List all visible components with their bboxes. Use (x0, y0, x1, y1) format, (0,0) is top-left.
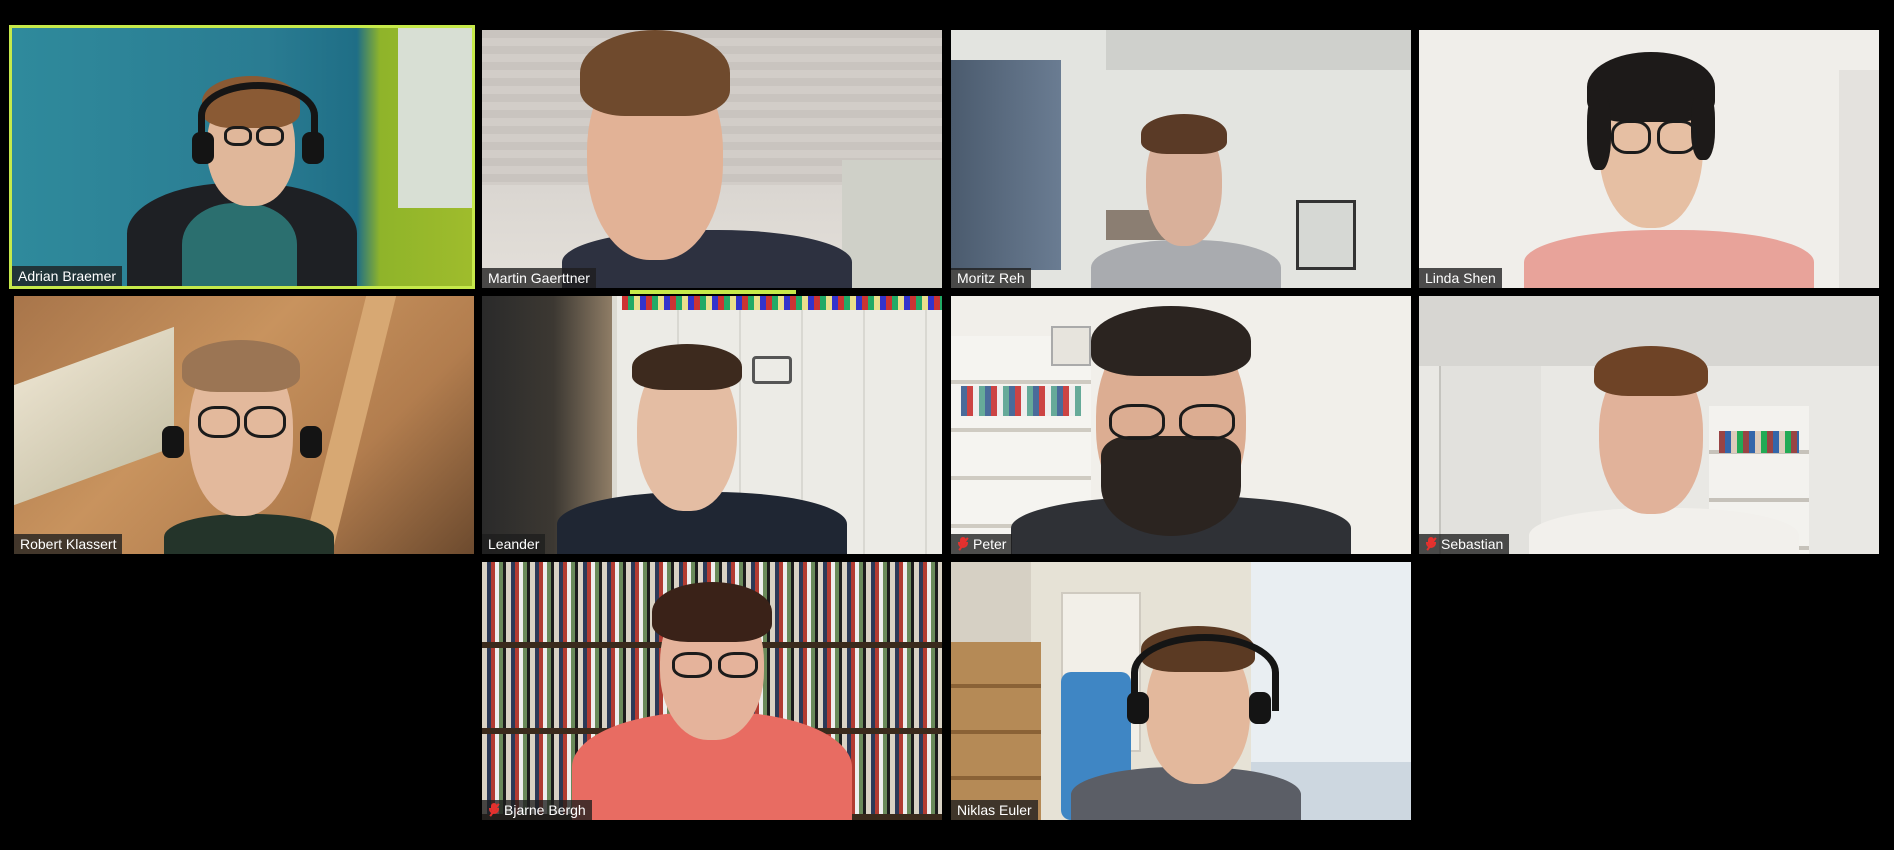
video-tile-linda-shen[interactable]: Linda Shen (1419, 30, 1879, 288)
participant-name: Bjarne Bergh (504, 802, 586, 818)
participant-name: Martin Gaerttner (488, 270, 590, 286)
video-tile-robert-klassert[interactable]: Robert Klassert (14, 296, 474, 554)
video-feed (482, 562, 942, 820)
participant-name: Niklas Euler (957, 802, 1032, 818)
participant-name-label: Moritz Reh (951, 268, 1031, 288)
participant-name: Adrian Braemer (18, 268, 117, 284)
video-tile-leander[interactable]: Leander (482, 296, 942, 554)
participant-name-label: Martin Gaerttner (482, 268, 596, 288)
participant-name: Leander (488, 536, 540, 552)
participant-name: Moritz Reh (957, 270, 1025, 286)
video-feed (482, 30, 942, 288)
participant-name-label: Sebastian (1419, 534, 1510, 554)
participant-name: Peter (973, 536, 1007, 552)
video-tile-moritz-reh[interactable]: Moritz Reh (951, 30, 1411, 288)
video-tile-bjarne-bergh[interactable]: Bjarne Bergh (482, 562, 942, 820)
video-feed (14, 296, 474, 554)
participant-name-label: Peter (951, 534, 1013, 554)
mic-muted-icon (488, 802, 500, 818)
video-tile-adrian-braemer[interactable]: Adrian Braemer (12, 28, 472, 286)
participant-name-label: Linda Shen (1419, 268, 1502, 288)
mic-muted-icon (957, 536, 969, 552)
participant-name-label: Niklas Euler (951, 800, 1038, 820)
participant-name-label: Robert Klassert (14, 534, 123, 554)
active-speaker-indicator (630, 290, 796, 294)
mic-muted-icon (1425, 536, 1437, 552)
participant-name-label: Bjarne Bergh (482, 800, 592, 820)
video-grid: Adrian Braemer Martin Gaerttner Moritz R… (0, 0, 1894, 850)
video-tile-sebastian[interactable]: Sebastian (1419, 296, 1879, 554)
video-feed (1419, 296, 1879, 554)
video-feed (482, 296, 942, 554)
video-feed (12, 28, 472, 286)
video-tile-peter[interactable]: Peter (951, 296, 1411, 554)
participant-name-label: Leander (482, 534, 546, 554)
video-tile-martin-gaerttner[interactable]: Martin Gaerttner (482, 30, 942, 288)
video-feed (951, 562, 1411, 820)
participant-name-label: Adrian Braemer (12, 266, 123, 286)
video-feed (951, 30, 1411, 288)
participant-name: Sebastian (1441, 536, 1504, 552)
video-feed (1419, 30, 1879, 288)
video-feed (951, 296, 1411, 554)
participant-name: Robert Klassert (20, 536, 117, 552)
participant-name: Linda Shen (1425, 270, 1496, 286)
video-tile-niklas-euler[interactable]: Niklas Euler (951, 562, 1411, 820)
